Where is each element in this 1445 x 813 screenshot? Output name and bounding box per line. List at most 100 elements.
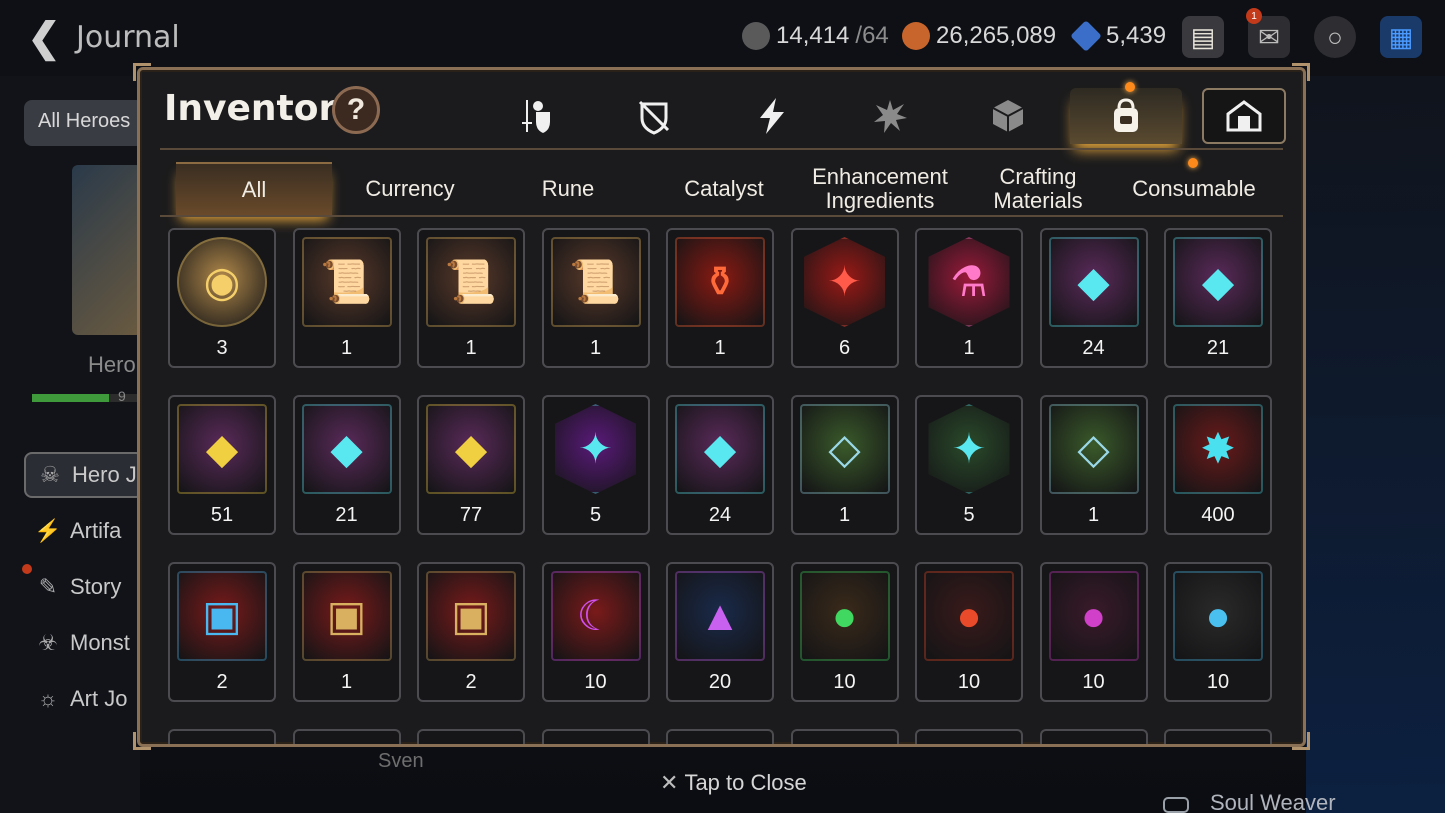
inventory-item[interactable]: ◆ 21 <box>1164 228 1272 368</box>
inventory-item[interactable]: ● 10 <box>790 562 899 702</box>
inventory-item[interactable]: ✦ 6 <box>790 228 899 368</box>
chat-button[interactable]: ○ <box>1314 16 1356 58</box>
inventory-item[interactable]: ● 10 <box>1039 562 1148 702</box>
hero-filter-button[interactable]: All Heroes <box>24 100 144 146</box>
nav-artifact[interactable]: ⚡ Artifa <box>24 508 144 554</box>
green-orb-icon: ● <box>799 571 890 661</box>
inventory-item[interactable]: ✦ 5 <box>541 395 650 535</box>
tab-items[interactable] <box>1070 88 1182 144</box>
stamina-max: /64 <box>855 22 889 49</box>
nav-art-journal[interactable]: ☼ Art Jo <box>24 676 144 722</box>
inventory-item-partial[interactable] <box>292 729 401 744</box>
item-count: 1 <box>963 337 975 359</box>
inventory-item[interactable]: ● 10 <box>1164 562 1272 702</box>
inventory-item[interactable]: ▣ 2 <box>168 562 276 702</box>
item-count: 1 <box>340 337 353 359</box>
tab-unequipped[interactable] <box>598 88 710 144</box>
menu-button[interactable]: ▦ <box>1380 16 1422 58</box>
inventory-item[interactable]: ◆ 24 <box>666 395 774 535</box>
subtab-label: Crafting Materials <box>993 164 1083 213</box>
inventory-item-partial[interactable] <box>915 729 1023 744</box>
nav-label: Story <box>70 574 122 599</box>
nav-story[interactable]: ✎ Story <box>24 564 144 610</box>
tab-artifacts[interactable] <box>716 88 828 144</box>
inventory-item-partial[interactable] <box>790 729 899 744</box>
inventory-item[interactable]: 📜 1 <box>541 228 650 368</box>
tab-storage[interactable] <box>1202 88 1286 144</box>
tab-equipment[interactable] <box>480 88 592 144</box>
inventory-item[interactable]: ◇ 1 <box>790 395 899 535</box>
item-glyph: ✦ <box>577 425 614 472</box>
item-count: 1 <box>714 337 726 359</box>
gold-coin-icon <box>902 22 930 50</box>
inventory-item[interactable]: 📜 1 <box>417 228 525 368</box>
inventory-item[interactable]: ✸ 400 <box>1164 395 1272 535</box>
subtab-rune[interactable]: Rune <box>490 162 646 216</box>
stamina-resource[interactable]: 14,414/64 <box>742 22 889 50</box>
inventory-item[interactable]: ◆ 21 <box>292 395 401 535</box>
inventory-item[interactable]: ◉ 3 <box>168 228 276 368</box>
items-tab-notification-dot <box>1125 82 1135 92</box>
inventory-item[interactable]: ▣ 2 <box>417 562 525 702</box>
inventory-item[interactable]: ☾ 10 <box>541 562 650 702</box>
inventory-item-partial[interactable] <box>1039 729 1148 744</box>
inventory-item[interactable]: ● 10 <box>915 562 1023 702</box>
item-glyph: ◆ <box>1077 258 1110 305</box>
item-count: 20 <box>708 671 732 693</box>
inventory-item[interactable]: ◇ 1 <box>1039 395 1148 535</box>
tabs-divider <box>160 148 1283 150</box>
inventory-item[interactable]: 📜 1 <box>292 228 401 368</box>
tap-to-close[interactable]: ✕ Tap to Close <box>660 770 807 796</box>
inventory-item-partial[interactable] <box>417 729 525 744</box>
inventory-title: Inventory <box>164 88 360 129</box>
subtab-currency[interactable]: Currency <box>332 162 488 216</box>
subtab-consumable[interactable]: Consumable <box>1116 162 1272 216</box>
gold-resource[interactable]: 26,265,089 <box>902 22 1056 50</box>
shop-button[interactable]: ▤ <box>1182 16 1224 58</box>
subtab-all[interactable]: All <box>176 162 332 216</box>
subtab-crafting-materials[interactable]: Crafting Materials <box>960 162 1116 216</box>
nav-hero-journal[interactable]: ☠ Hero J <box>24 452 144 498</box>
inventory-item[interactable]: ◆ 51 <box>168 395 276 535</box>
nav-monster[interactable]: ☣ Monst <box>24 620 144 666</box>
item-glyph: ▣ <box>326 592 367 639</box>
item-glyph: 📜 <box>320 258 373 305</box>
nav-label: Artifa <box>70 518 122 543</box>
screen-title: Journal <box>76 20 180 55</box>
item-glyph: ✦ <box>951 425 987 472</box>
item-glyph: ☾ <box>576 592 615 639</box>
back-button[interactable]: ❮ <box>22 16 66 60</box>
inventory-item-partial[interactable] <box>1164 729 1272 744</box>
hero-progress-text: 9 <box>118 388 126 404</box>
inventory-item[interactable]: ◆ 24 <box>1039 228 1148 368</box>
boot-stone-icon: ◇ <box>799 404 890 494</box>
purple-triangle-gem-icon: ▲ <box>675 571 765 661</box>
inventory-item-partial[interactable] <box>168 729 276 744</box>
item-glyph: ⚗ <box>950 258 988 305</box>
tab-splat[interactable] <box>834 88 946 144</box>
stamina-icon <box>742 22 770 50</box>
inventory-item[interactable]: ▣ 1 <box>292 562 401 702</box>
subtab-enhancement-ingredients[interactable]: Enhancement Ingredients <box>802 162 958 216</box>
gold-value: 26,265,089 <box>936 22 1057 49</box>
help-button[interactable]: ? <box>332 86 380 134</box>
inventory-item[interactable]: ◆ 77 <box>417 395 525 535</box>
tab-cube[interactable] <box>952 88 1064 144</box>
inventory-item[interactable]: ▲ 20 <box>666 562 774 702</box>
subtab-catalyst[interactable]: Catalyst <box>646 162 802 216</box>
inventory-item-partial[interactable] <box>666 729 774 744</box>
shop-icon: ▤ <box>1190 21 1216 52</box>
purple-moon-gem-icon: ☾ <box>550 571 641 661</box>
gold-chest-icon: ▣ <box>301 571 392 661</box>
inventory-item[interactable]: ⚱ 1 <box>666 228 774 368</box>
inventory-item[interactable]: ✦ 5 <box>915 395 1023 535</box>
storage-house-icon <box>1226 100 1262 132</box>
mail-button[interactable]: ✉ 1 <box>1246 8 1290 58</box>
inventory-item-partial[interactable] <box>541 729 650 744</box>
item-count: 1 <box>838 504 851 526</box>
item-count: 21 <box>335 504 358 526</box>
skystone-resource[interactable]: 5,439 <box>1070 20 1166 52</box>
item-glyph: ✦ <box>826 258 863 305</box>
rainbow-scroll-icon: 📜 <box>301 237 392 327</box>
inventory-item[interactable]: ⚗ 1 <box>915 228 1023 368</box>
